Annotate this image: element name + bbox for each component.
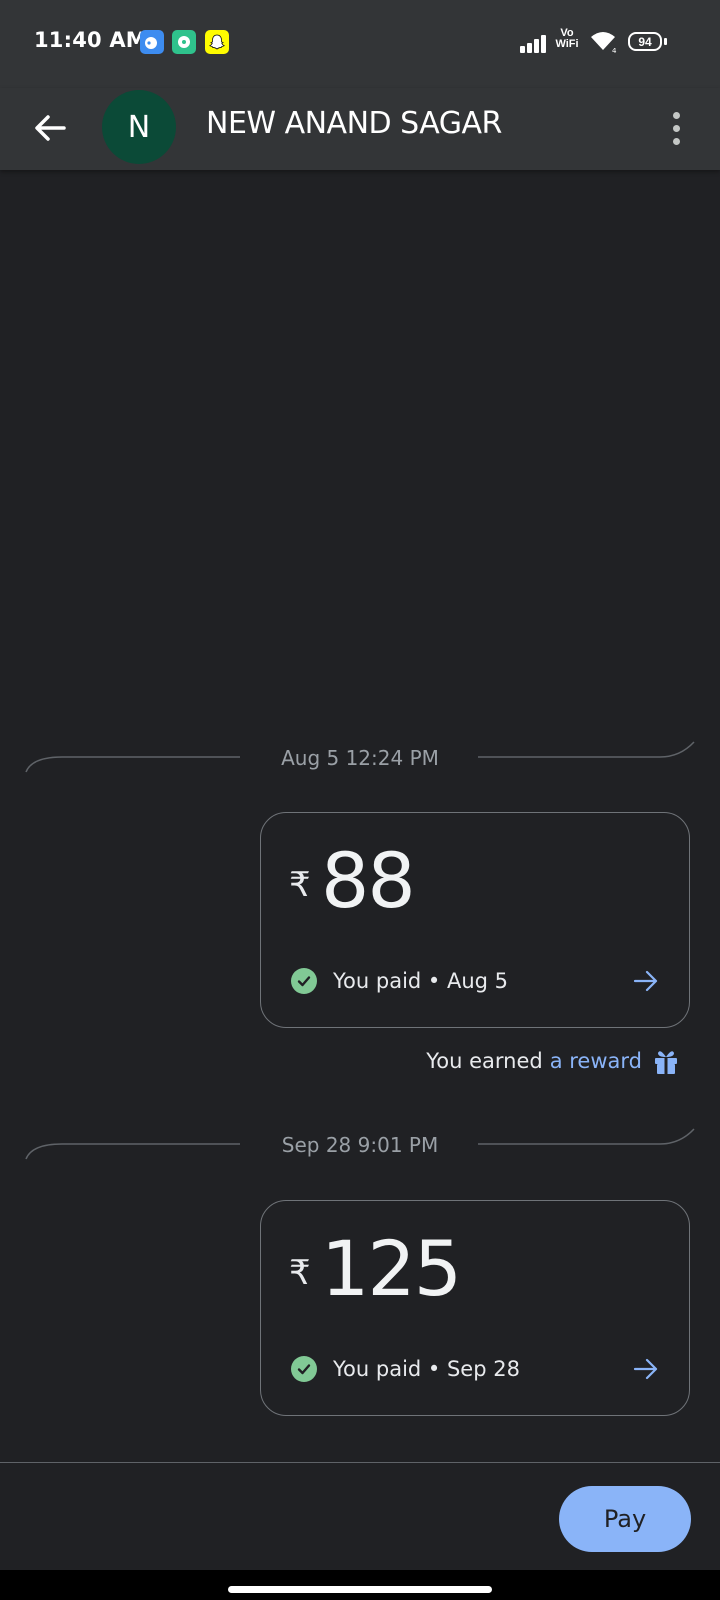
battery-icon: 94 <box>628 32 662 51</box>
more-options-button[interactable] <box>664 102 688 154</box>
messenger-style-icon <box>140 30 164 54</box>
payment-status-row: You paid • Aug 5 <box>291 965 508 997</box>
date-separator: Aug 5 12:24 PM <box>0 740 720 780</box>
reward-link[interactable]: a reward <box>550 1049 642 1073</box>
bottom-divider <box>0 1462 720 1463</box>
back-button[interactable] <box>24 102 76 154</box>
date-label: Aug 5 12:24 PM <box>281 746 439 770</box>
reward-line: You earned a reward <box>426 1044 680 1078</box>
date-separator: Sep 28 9:01 PM <box>0 1127 720 1167</box>
status-indicators: Vo WiFi 4 94 <box>520 28 700 56</box>
payment-card[interactable]: ₹ 88 You paid • Aug 5 <box>260 812 690 1028</box>
gift-icon[interactable] <box>652 1047 680 1075</box>
battery-level: 94 <box>638 34 652 49</box>
payment-amount: 88 <box>321 836 416 925</box>
back-arrow-icon <box>35 115 66 141</box>
svg-text:4: 4 <box>612 47 617 54</box>
status-time: 11:40 AM <box>34 28 147 52</box>
app-header: N NEW ANAND SAGAR <box>0 88 720 170</box>
arrow-right-icon[interactable] <box>633 969 659 993</box>
wifi-icon: 4 <box>591 32 617 54</box>
page-title: NEW ANAND SAGAR <box>206 106 502 141</box>
arrow-right-icon[interactable] <box>633 1357 659 1381</box>
vowifi-label: Vo WiFi <box>555 27 579 50</box>
status-bar: 11:40 AM Vo WiFi 4 94 <box>0 0 720 88</box>
avatar-letter: N <box>127 109 151 145</box>
snapchat-icon <box>205 30 229 54</box>
payment-card[interactable]: ₹ 125 You paid • Sep 28 <box>260 1200 690 1416</box>
pay-button[interactable]: Pay <box>559 1486 691 1552</box>
currency-symbol: ₹ <box>289 865 311 905</box>
payment-status: You paid • Aug 5 <box>333 969 509 993</box>
date-label: Sep 28 9:01 PM <box>281 1133 439 1157</box>
payment-status: You paid • Sep 28 <box>333 1357 520 1381</box>
clock-app-icon <box>172 30 196 54</box>
signal-icon <box>520 35 546 53</box>
reward-prefix: You earned <box>426 1049 543 1073</box>
payment-status-row: You paid • Sep 28 <box>291 1353 520 1385</box>
battery-tip <box>664 38 667 45</box>
payment-amount: 125 <box>321 1224 462 1313</box>
system-nav-bar <box>0 1570 720 1600</box>
home-indicator[interactable] <box>228 1586 492 1593</box>
check-circle-icon <box>291 1356 317 1382</box>
check-circle-icon <box>291 968 317 994</box>
currency-symbol: ₹ <box>289 1253 311 1293</box>
avatar[interactable]: N <box>102 90 176 164</box>
more-vert-icon <box>672 111 680 119</box>
